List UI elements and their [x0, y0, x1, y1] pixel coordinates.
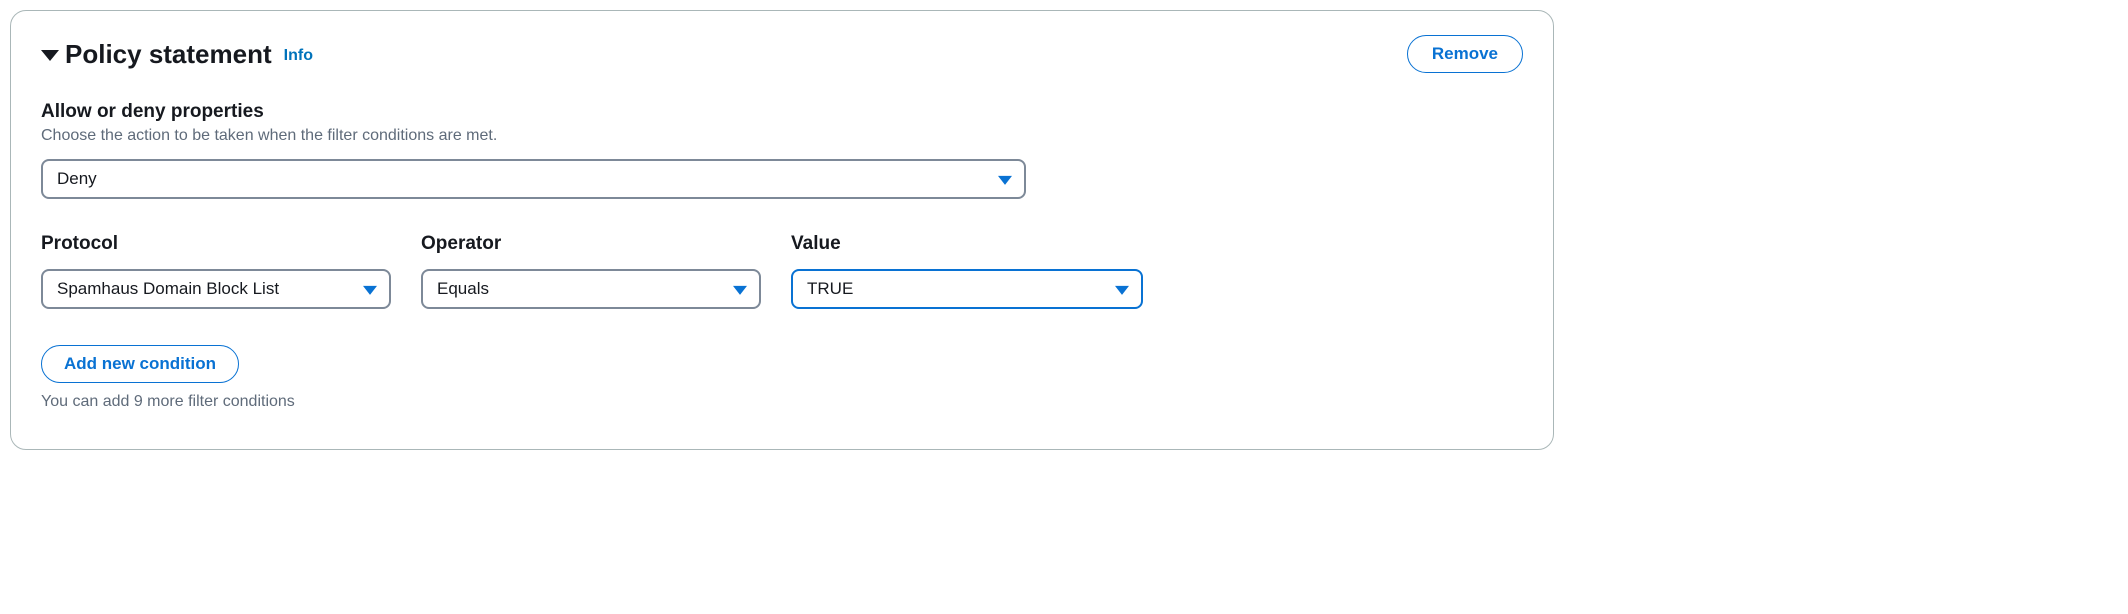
remove-button[interactable]: Remove [1407, 35, 1523, 73]
add-new-condition-button[interactable]: Add new condition [41, 345, 239, 383]
panel-header-left: Policy statement Info [41, 39, 313, 70]
action-section-label: Allow or deny properties [41, 101, 1523, 123]
value-column: Value TRUE [791, 233, 1143, 309]
operator-select[interactable]: Equals [421, 269, 761, 309]
filter-condition-row: Protocol Spamhaus Domain Block List Oper… [41, 233, 1523, 309]
value-select[interactable]: TRUE [791, 269, 1143, 309]
policy-statement-panel: Policy statement Info Remove Allow or de… [10, 10, 1554, 450]
panel-title-text: Policy statement [65, 39, 272, 70]
action-select-value: Deny [41, 159, 1026, 199]
protocol-select[interactable]: Spamhaus Domain Block List [41, 269, 391, 309]
protocol-column: Protocol Spamhaus Domain Block List [41, 233, 391, 309]
action-select[interactable]: Deny [41, 159, 1026, 199]
action-section-description: Choose the action to be taken when the f… [41, 127, 1523, 145]
protocol-label: Protocol [41, 233, 391, 255]
panel-title[interactable]: Policy statement [41, 39, 272, 70]
condition-limit-text: You can add 9 more filter conditions [41, 393, 1523, 411]
operator-column: Operator Equals [421, 233, 761, 309]
operator-select-value: Equals [421, 269, 761, 309]
caret-down-icon [41, 50, 59, 61]
info-link[interactable]: Info [284, 47, 313, 65]
protocol-select-value: Spamhaus Domain Block List [41, 269, 391, 309]
value-label: Value [791, 233, 1143, 255]
value-select-value: TRUE [791, 269, 1143, 309]
panel-header: Policy statement Info Remove [41, 35, 1523, 73]
add-condition-section: Add new condition You can add 9 more fil… [41, 345, 1523, 411]
operator-label: Operator [421, 233, 761, 255]
